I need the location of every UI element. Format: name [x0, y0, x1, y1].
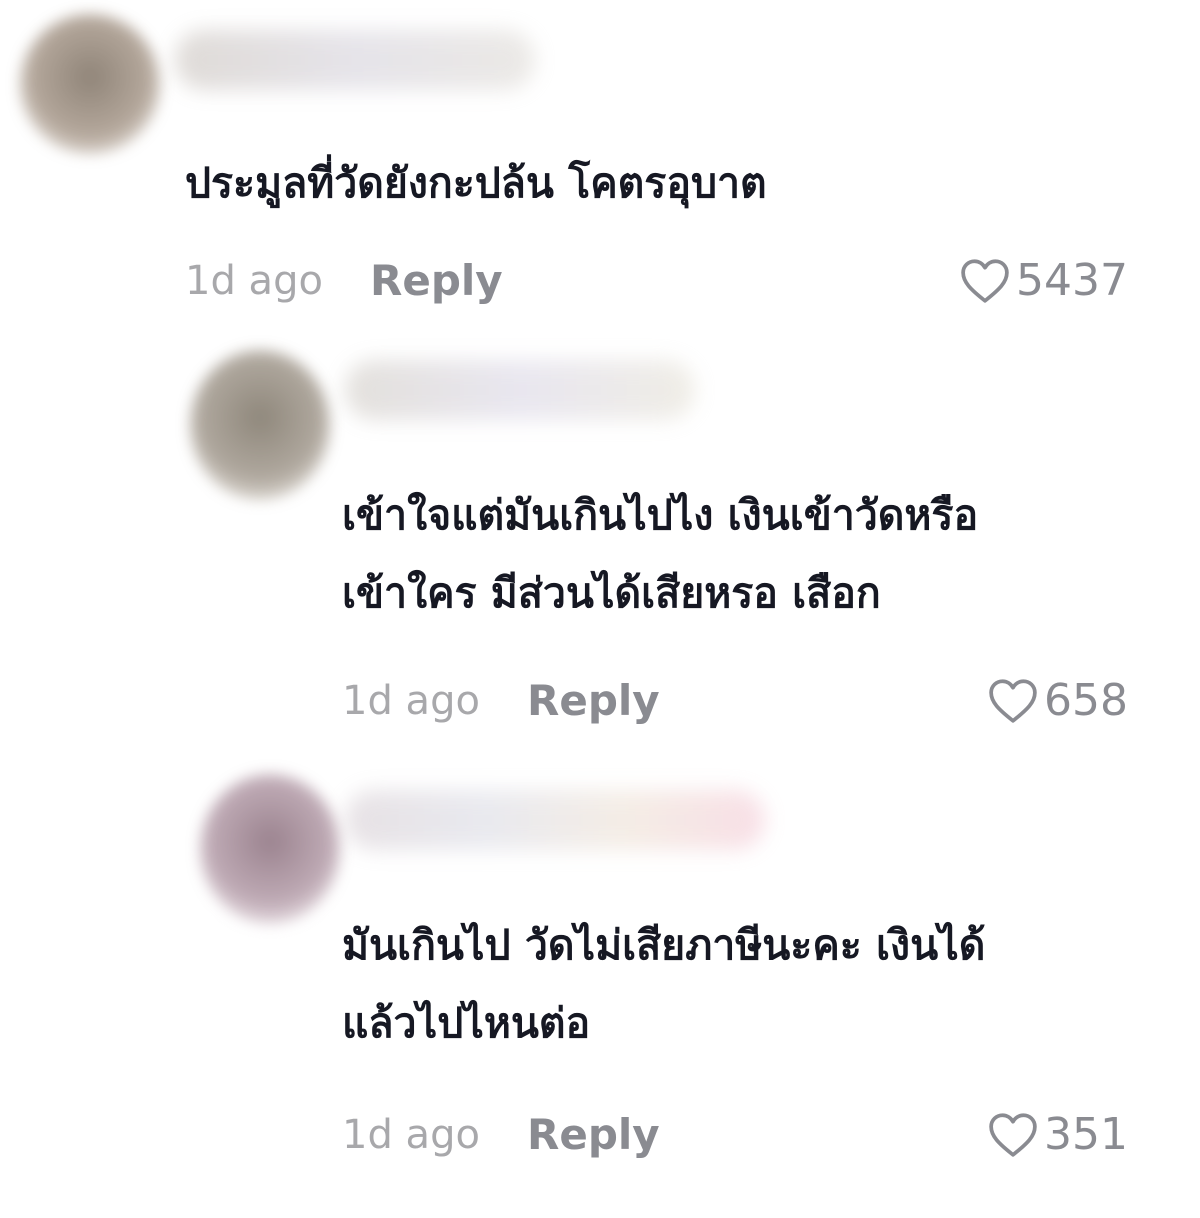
- heart-outline-icon: [989, 679, 1037, 723]
- reply-item: มันเกินไป วัดไม่เสียภาษีนะคะ เงินได้ แล้…: [0, 760, 1200, 1200]
- avatar[interactable]: [20, 14, 160, 154]
- like-count: 658: [1044, 675, 1128, 726]
- comment-text-line: ประมูลที่วัดยังกะปล้น โคตรอุบาต: [185, 159, 767, 207]
- heart-outline-icon: [989, 1113, 1037, 1157]
- comment-text-line: เข้าใคร มีส่วนได้เสียหรอ เสือก: [342, 569, 881, 617]
- comment-text: มันเกินไป วัดไม่เสียภาษีนะคะ เงินได้ แล้…: [342, 906, 985, 1062]
- username-redacted[interactable]: [175, 30, 535, 90]
- like-count: 351: [1044, 1109, 1128, 1160]
- comment-text-line: แล้วไปไหนต่อ: [342, 999, 591, 1047]
- reply-button[interactable]: Reply: [370, 256, 503, 306]
- reply-button[interactable]: Reply: [527, 1110, 660, 1160]
- comment-item: ประมูลที่วัดยังกะปล้น โคตรอุบาต 1d ago R…: [0, 0, 1200, 320]
- reply-item: เข้าใจแต่มันเกินไปไง เงินเข้าวัดหรือ เข้…: [0, 330, 1200, 750]
- comment-text: ประมูลที่วัดยังกะปล้น โคตรอุบาต: [185, 144, 767, 222]
- like-button[interactable]: 351: [988, 1110, 1128, 1160]
- username-redacted[interactable]: [345, 360, 695, 420]
- comment-text: เข้าใจแต่มันเกินไปไง เงินเข้าวัดหรือ เข้…: [342, 476, 978, 632]
- avatar[interactable]: [190, 350, 330, 500]
- comment-timestamp: 1d ago: [342, 678, 480, 724]
- comment-text-line: เข้าใจแต่มันเกินไปไง เงินเข้าวัดหรือ: [342, 491, 979, 539]
- like-button[interactable]: 658: [988, 676, 1128, 726]
- reply-button[interactable]: Reply: [527, 676, 660, 726]
- comment-timestamp: 1d ago: [185, 258, 323, 304]
- heart-outline-icon: [961, 259, 1009, 303]
- like-count: 5437: [1016, 255, 1128, 306]
- avatar[interactable]: [200, 774, 340, 924]
- comment-timestamp: 1d ago: [342, 1112, 480, 1158]
- username-redacted[interactable]: [345, 790, 765, 850]
- like-button[interactable]: 5437: [960, 256, 1128, 306]
- comment-text-line: มันเกินไป วัดไม่เสียภาษีนะคะ เงินได้: [342, 921, 986, 969]
